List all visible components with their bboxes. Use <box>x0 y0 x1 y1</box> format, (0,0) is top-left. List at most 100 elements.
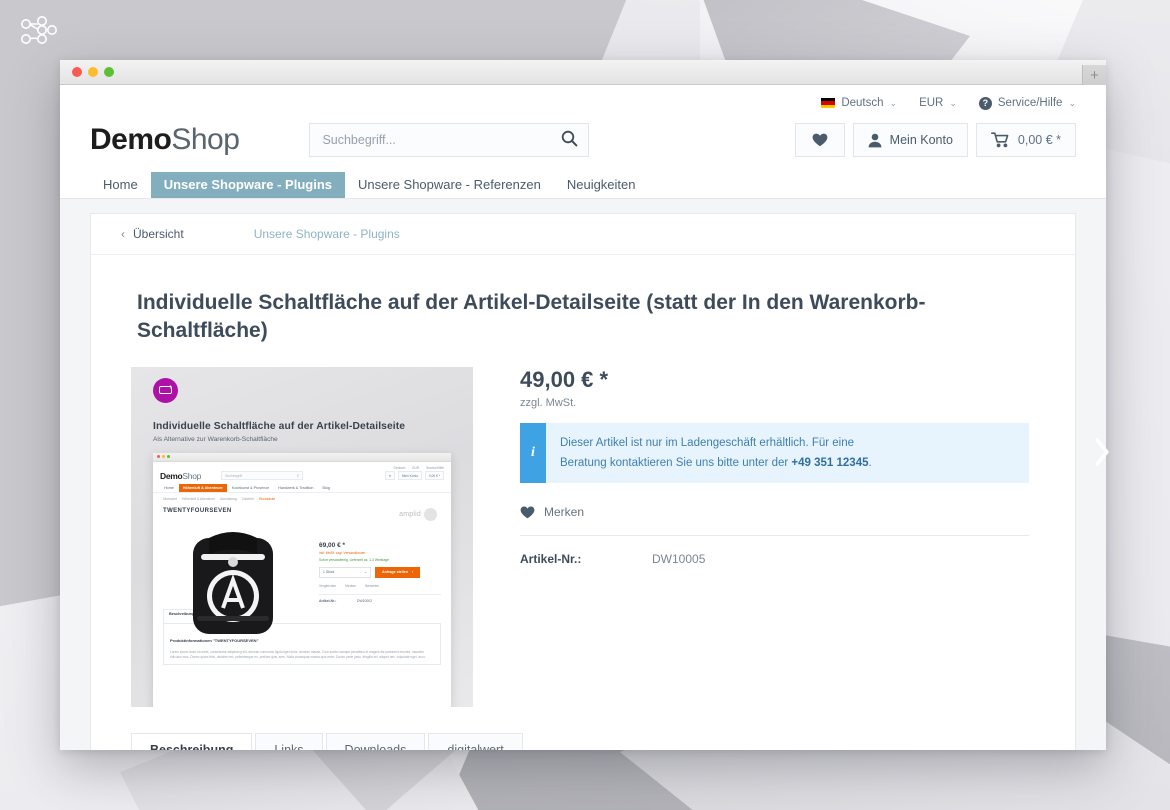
nested-header-actions: ♥ Mein Konto 0,00 € * <box>384 471 444 481</box>
my-account-button[interactable]: Mein Konto <box>852 123 968 157</box>
product-info: 49,00 € * zzgl. MwSt. i Dieser Artikel i… <box>476 367 1035 707</box>
page-title: Individuelle Schaltfläche auf der Artike… <box>137 291 926 342</box>
nested-titlebar <box>153 452 451 462</box>
nested-logo-bold: Demo <box>160 470 183 481</box>
nested-logo-light: Shop <box>182 470 202 481</box>
browser-viewport: Deutsch ⌄ EUR ⌄ ? Service/Hilfe ⌄ DemoSh… <box>60 85 1106 750</box>
nested-brand-name: amplid <box>399 510 421 518</box>
tab-links[interactable]: Links <box>255 732 323 750</box>
nav-item-plugins[interactable]: Unsere Shopware - Plugins <box>150 172 346 198</box>
nested-navigation: Home Höhenluft & Abenteuer Kochkunst & P… <box>153 483 451 493</box>
breadcrumb-current[interactable]: Unsere Shopware - Plugins <box>254 227 400 241</box>
back-label: Übersicht <box>133 227 184 241</box>
breadcrumb: ‹ Übersicht Unsere Shopware - Plugins <box>91 214 1075 255</box>
minimize-window-button[interactable] <box>88 67 98 77</box>
service-help-menu[interactable]: ? Service/Hilfe ⌄ <box>978 96 1076 110</box>
nested-compare-link: Vergleichen <box>319 583 337 588</box>
language-label: Deutsch <box>841 97 884 109</box>
logo-bold-text: Demo <box>90 123 172 156</box>
nested-cart-label: 0,00 € * <box>429 473 440 478</box>
chevron-right-icon <box>1095 438 1109 466</box>
product-gallery: Individuelle Schaltfläche auf der Artike… <box>131 366 476 707</box>
new-tab-button[interactable]: + <box>1082 65 1106 86</box>
german-flag-icon <box>821 98 836 108</box>
logo-light-text: Shop <box>171 123 240 156</box>
nested-logo: DemoShop <box>160 471 201 481</box>
nested-nav-item: Handwerk & Tradition <box>278 485 314 490</box>
maximize-window-button[interactable] <box>104 67 114 77</box>
nested-brand: amplid <box>399 507 437 521</box>
currency-selector[interactable]: EUR ⌄ <box>919 97 957 109</box>
chevron-down-icon: ⌄ <box>949 97 957 108</box>
nested-nav-item: Home <box>164 485 174 490</box>
chevron-left-icon: ‹ <box>121 227 125 241</box>
nested-header: DemoShop Suchbegriff ⚲ ♥ Mein Konto 0,00… <box>153 470 451 484</box>
wishlist-link[interactable]: Merken <box>520 505 1029 519</box>
nested-review-link: Bewerten <box>365 583 380 588</box>
product-price: 49,00 € * <box>520 366 609 392</box>
wishlist-button[interactable] <box>794 123 845 157</box>
nested-arrow-right-icon: › <box>411 570 414 575</box>
desktop-background: + Deutsch ⌄ EUR ⌄ ? Service/Hilfe ⌄ Demo… <box>0 0 1170 810</box>
nested-minimize-dot <box>162 455 165 459</box>
nested-maximize-dot <box>167 455 170 459</box>
nested-sku-row: Artikel-Nr.: DW10002 <box>319 593 441 603</box>
tab-downloads[interactable]: Downloads <box>325 732 426 750</box>
search-box[interactable] <box>309 123 590 157</box>
nested-product-title: TWENTYFOURSEVEN <box>163 507 232 514</box>
nested-nav-item: Kochkunst & Provence <box>231 485 270 490</box>
notice-line-2: Beratung kontaktieren Sie uns bitte unte… <box>560 456 792 469</box>
nested-search-box: Suchbegriff ⚲ <box>221 471 304 481</box>
sku-value: DW10005 <box>652 552 706 567</box>
nested-stock-note: Sofort versandfertig, Lieferzeit ca. 1-3… <box>319 557 389 562</box>
nested-wishlist-button: ♥ <box>384 471 395 481</box>
nav-item-neuigkeiten[interactable]: Neuigkeiten <box>554 172 649 198</box>
slider-next-button[interactable] <box>1082 432 1122 472</box>
sku-row: Artikel-Nr.: DW10005 <box>520 535 1029 566</box>
close-window-button[interactable] <box>72 67 82 77</box>
nested-service: Service/Hilfe <box>426 465 444 470</box>
notice-period: . <box>868 456 872 469</box>
product-detail: Individuelle Schaltfläche auf der Artike… <box>91 345 1075 707</box>
language-selector[interactable]: Deutsch ⌄ <box>821 97 897 109</box>
nested-account-button: Mein Konto <box>397 471 422 481</box>
back-to-overview-link[interactable]: ‹ Übersicht <box>121 227 184 241</box>
shop-logo[interactable]: DemoShop <box>90 123 240 157</box>
nested-quantity-select: 1 Stück ⌄ <box>319 566 371 578</box>
question-mark-icon: ? <box>978 96 992 110</box>
cart-button[interactable]: 0,00 € * <box>975 123 1076 157</box>
wishlist-label: Merken <box>544 505 585 520</box>
header-actions: Mein Konto 0,00 € * <box>794 123 1076 157</box>
nested-price-note: inkl. MwSt. zzgl. Versandkosten <box>319 550 366 555</box>
nested-brand-logo-icon <box>424 507 437 521</box>
notice-text: Dieser Artikel ist nur im Ladengeschäft … <box>546 423 1029 483</box>
nested-currency: EUR <box>412 465 420 470</box>
nav-item-referenzen[interactable]: Unsere Shopware - Referenzen <box>345 172 554 198</box>
browser-titlebar: + <box>60 60 1106 86</box>
search-submit-button[interactable] <box>559 130 580 150</box>
nested-chevron-down-icon: ⌄ <box>364 570 367 575</box>
product-image[interactable]: Individuelle Schaltfläche auf der Artike… <box>131 366 473 707</box>
nested-action-links: Vergleichen Merken Bewerten <box>319 584 441 588</box>
availability-notice: i Dieser Artikel ist nur im Ladengeschäf… <box>520 422 1029 484</box>
nested-cart-button: 0,00 € * <box>425 471 444 481</box>
nested-browser-mockup: Deutsch EUR Service/Hilfe DemoShop Suchb… <box>153 452 451 707</box>
nested-search-placeholder: Suchbegriff <box>225 473 243 478</box>
content-card: ‹ Übersicht Unsere Shopware - Plugins In… <box>90 213 1076 750</box>
nested-crumb: Ausrüstung <box>220 496 237 501</box>
search-input[interactable] <box>322 133 560 147</box>
nested-cta-label: Anfrage stellen <box>382 570 408 575</box>
user-icon <box>868 133 882 147</box>
window-controls[interactable] <box>60 67 114 77</box>
nested-product: TWENTYFOURSEVEN amplid 69,00 € * inkl. M… <box>153 505 451 634</box>
tab-beschreibung[interactable]: Beschreibung <box>131 732 253 750</box>
nested-sku-value: DW10002 <box>357 598 373 603</box>
nested-nav-item: Blog <box>322 485 330 490</box>
heart-icon <box>520 506 535 518</box>
tab-digitalwert[interactable]: digitalwert <box>428 732 523 750</box>
page-area: ‹ Übersicht Unsere Shopware - Plugins In… <box>60 199 1106 750</box>
node-graph-logo-icon <box>21 16 57 44</box>
nav-item-home[interactable]: Home <box>90 172 151 198</box>
screen-glyph <box>159 382 172 395</box>
sku-label: Artikel-Nr.: <box>520 552 582 567</box>
